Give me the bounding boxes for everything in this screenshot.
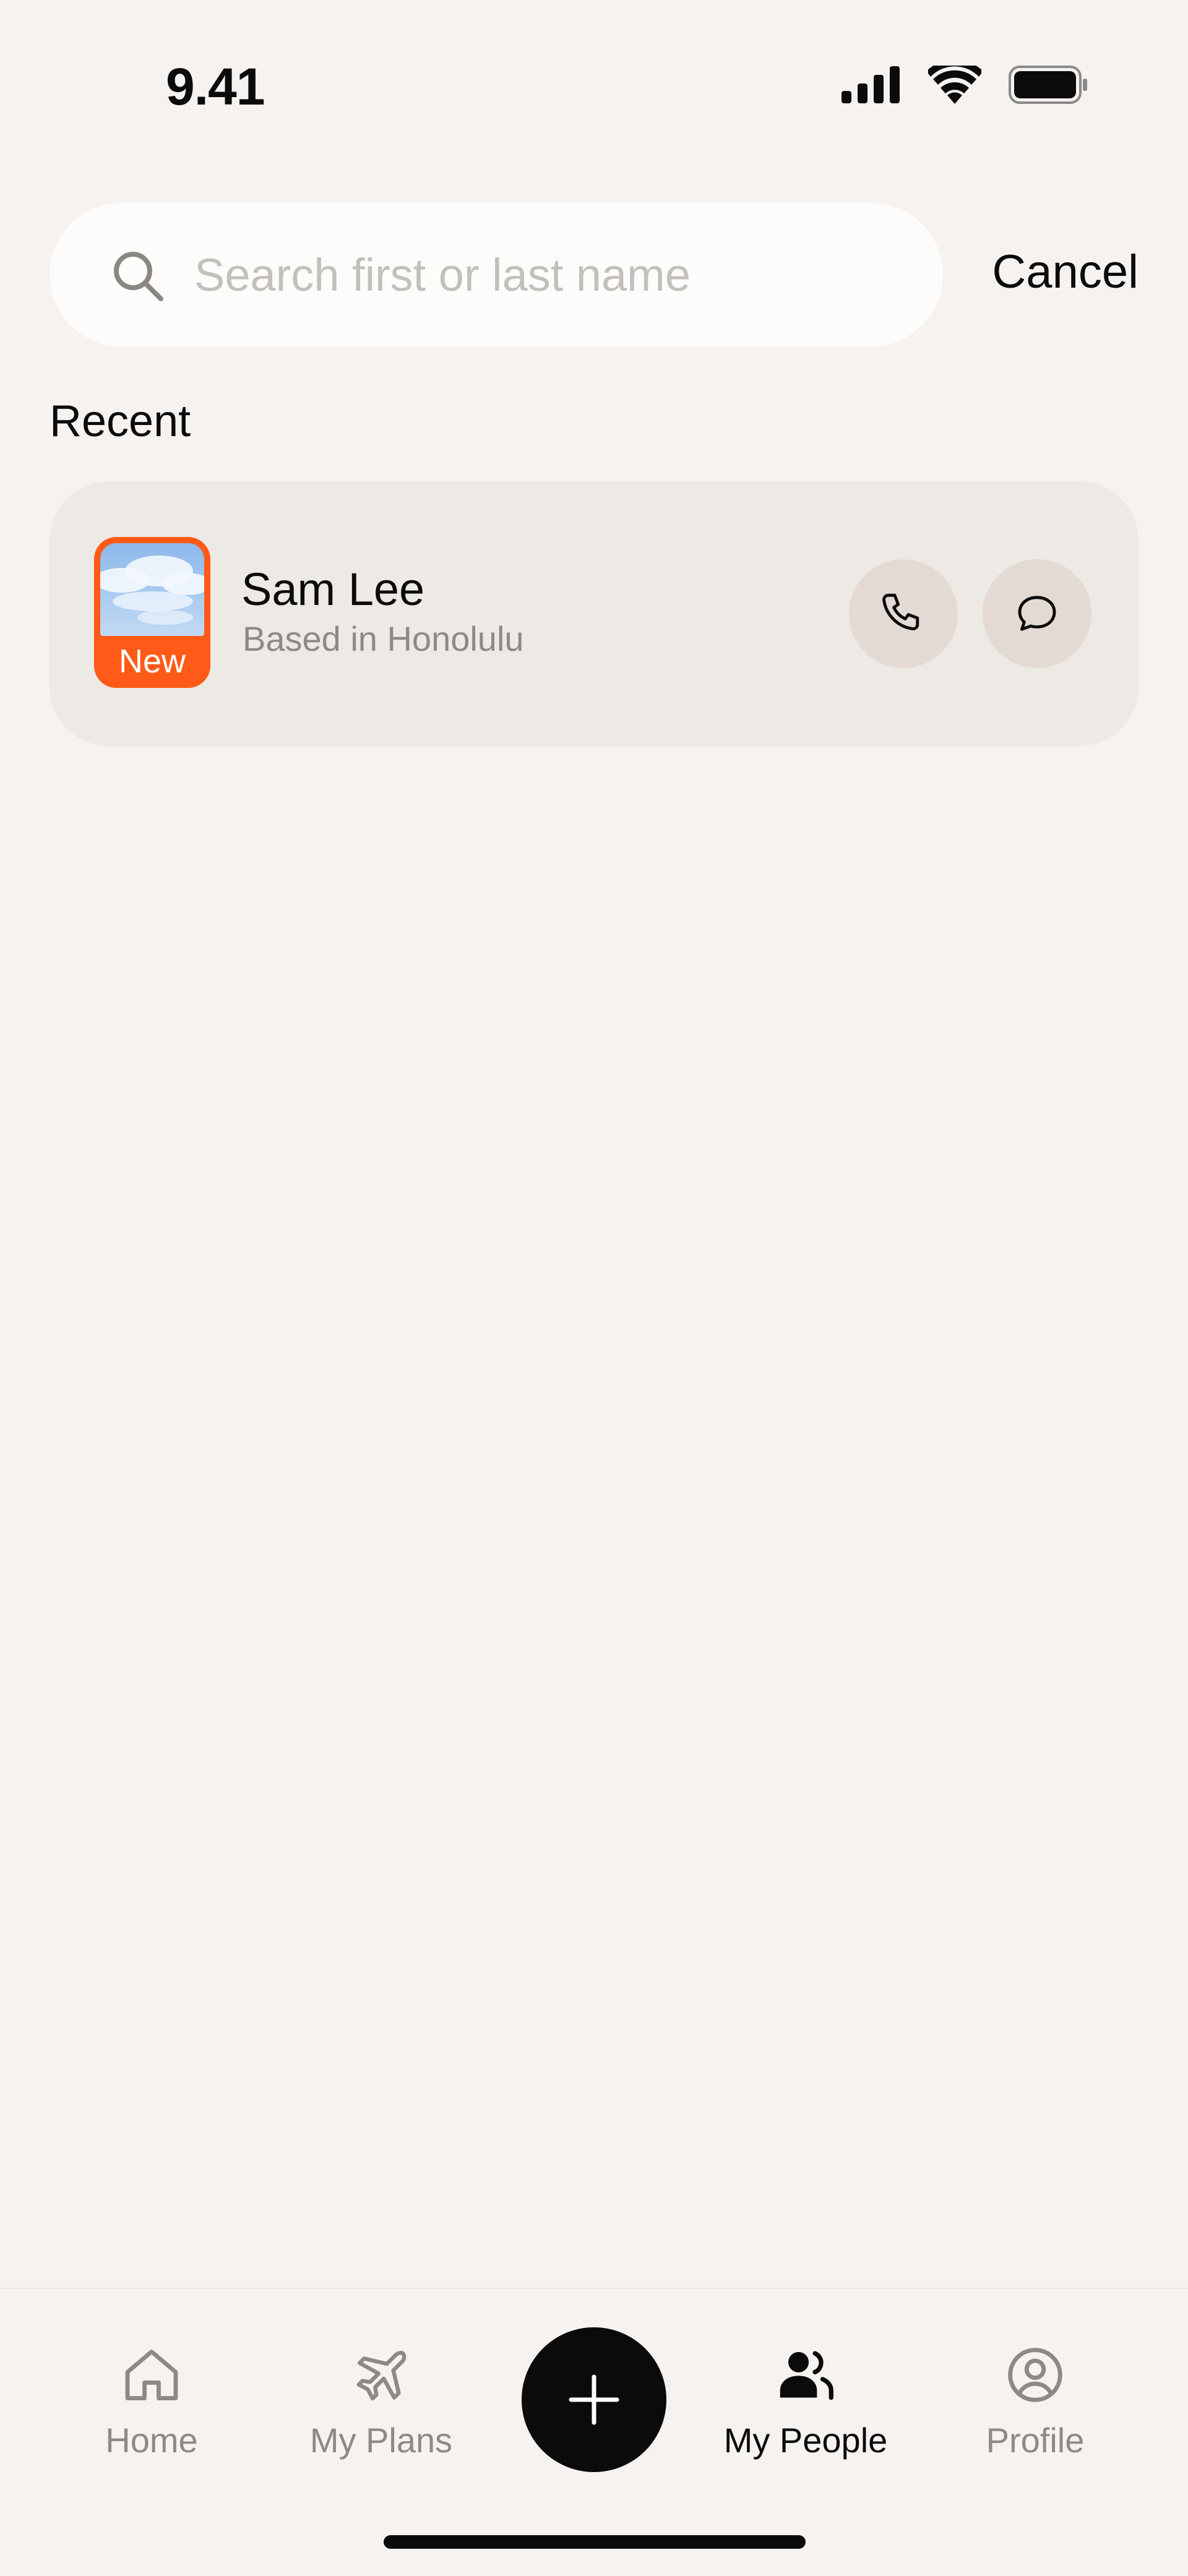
tab-my-people[interactable]: My People [713, 2289, 898, 2475]
phone-icon [882, 593, 919, 630]
status-time: 9.41 [166, 58, 265, 116]
contact-location: Based in Honolulu [243, 619, 524, 658]
people-icon [780, 2351, 833, 2400]
tab-label: My Plans [309, 2421, 453, 2460]
airplane-icon [356, 2351, 407, 2401]
contact-name: Sam Lee [241, 564, 425, 615]
wifi-icon [928, 66, 981, 104]
status-icons [842, 66, 1089, 104]
avatar: New [94, 537, 210, 688]
add-button[interactable] [522, 2327, 666, 2472]
tab-label: Home [105, 2421, 198, 2460]
new-badge: New [118, 643, 186, 680]
call-button[interactable] [849, 559, 958, 668]
home-icon [125, 2349, 178, 2401]
contact-card[interactable]: New Sam Lee Based in Honolulu [50, 481, 1138, 746]
tab-label: Profile [986, 2421, 1085, 2460]
avatar-photo [100, 543, 204, 636]
tab-home[interactable]: Home [59, 2289, 244, 2475]
tab-my-plans[interactable]: My Plans [288, 2289, 474, 2475]
search-row: Cancel [50, 203, 1138, 346]
tab-label: My People [723, 2421, 888, 2460]
search-icon [114, 252, 163, 301]
cancel-button[interactable]: Cancel [992, 245, 1138, 299]
signal-icon [842, 66, 900, 103]
tab-bar: Home My Plans My People Profile [0, 2288, 1188, 2576]
recent-section-title: Recent [50, 397, 191, 446]
search-input[interactable] [193, 234, 907, 316]
home-indicator [384, 2535, 806, 2549]
battery-icon [1009, 66, 1087, 104]
chat-bubble-icon [1018, 596, 1056, 631]
search-box[interactable] [50, 203, 943, 346]
tab-profile[interactable]: Profile [942, 2289, 1128, 2475]
plus-icon [569, 2374, 619, 2425]
status-bar: 9.41 [0, 0, 1188, 142]
profile-icon [1008, 2348, 1062, 2402]
message-button[interactable] [983, 559, 1091, 668]
